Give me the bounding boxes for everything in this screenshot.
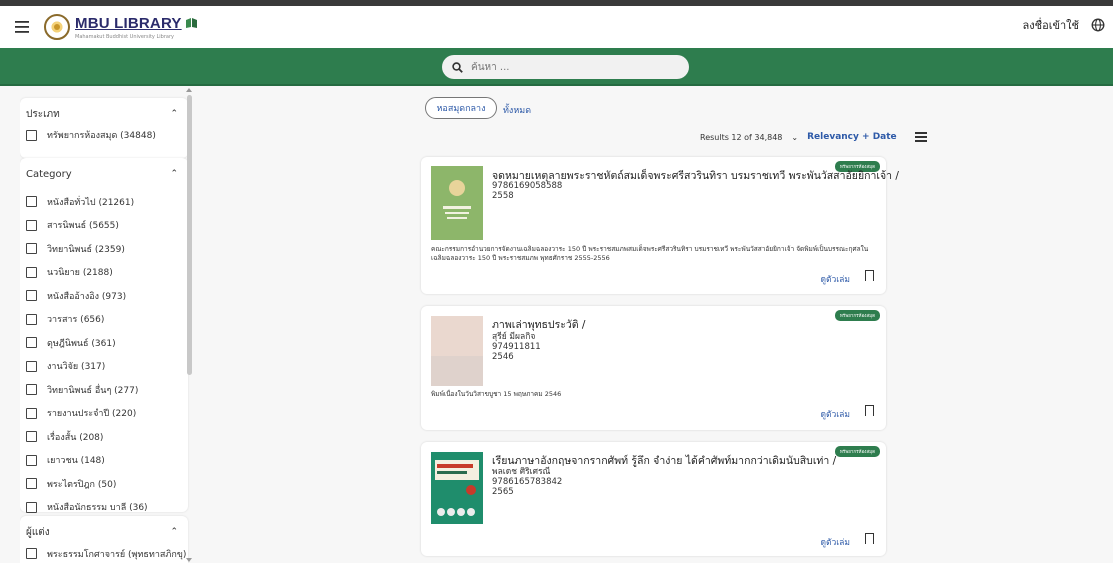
globe-icon[interactable] <box>1091 18 1105 32</box>
search-icon <box>452 61 463 73</box>
checkbox[interactable] <box>26 243 37 255</box>
checkbox[interactable] <box>26 431 37 443</box>
library-logo[interactable]: MBU LIBRARY Mahamakut Buddhist Universit… <box>44 14 199 40</box>
view-item-link[interactable]: ดูตัวเล่ม <box>820 272 850 286</box>
record-note: คณะกรรมการอำนวยการจัดงานเฉลิมฉลองวาระ 15… <box>431 245 869 262</box>
search-box[interactable] <box>442 55 689 79</box>
checkbox[interactable] <box>26 313 37 325</box>
checkbox[interactable] <box>26 548 37 560</box>
facet-option[interactable]: สารนิพนธ์ (5655) <box>20 214 188 238</box>
facet-option[interactable]: พระธรรมโกศาจารย์ (พุทธทาสภิกขุ) ( <box>20 542 188 563</box>
facet-option[interactable]: รายงานประจำปี (220) <box>20 402 188 426</box>
book-icon <box>185 18 197 28</box>
record-card[interactable]: ทรัพยากรห้องสมุด จดหมายเหตุลายพระราชหัตถ… <box>421 157 899 294</box>
facet-option[interactable]: หนังสือทั่วไป (21261) <box>20 190 188 214</box>
checkbox[interactable] <box>26 384 37 396</box>
record-isbn: 9786169058588 <box>492 181 563 191</box>
facet-option[interactable]: นวนิยาย (2188) <box>20 261 188 285</box>
chevron-down-icon[interactable]: ⌄ <box>791 133 798 142</box>
checkbox[interactable] <box>26 360 37 372</box>
facet-panel-author: ผู้แต่ง ⌃ พระธรรมโกศาจารย์ (พุทธทาสภิกขุ… <box>20 516 188 563</box>
logo-subtitle: Mahamakut Buddhist University Library <box>75 33 174 40</box>
resource-type-badge: ทรัพยากรห้องสมุด <box>834 446 880 457</box>
checkbox[interactable] <box>26 407 37 419</box>
book-cover-image[interactable] <box>431 452 483 524</box>
record-year: 2565 <box>492 487 514 497</box>
book-cover-image[interactable] <box>431 316 483 386</box>
results-toolbar: Results 12 of 34,848 ⌄ Relevancy + Date <box>700 132 927 142</box>
facet-option[interactable]: เรื่องสั้น (208) <box>20 425 188 449</box>
facet-panel-type: ประเภท ⌃ ทรัพยากรห้องสมุด (34848) <box>20 98 188 158</box>
facet-option[interactable]: วิทยานิพนธ์ อื่นๆ (277) <box>20 378 188 402</box>
checkbox[interactable] <box>26 337 37 349</box>
facet-header[interactable]: Category ⌃ <box>20 158 188 190</box>
search-bar-area <box>0 48 1113 86</box>
chevron-up-icon[interactable]: ⌃ <box>170 109 178 119</box>
bookmark-icon[interactable] <box>864 405 874 419</box>
sidebar-scrollbar[interactable] <box>184 87 194 563</box>
checkbox[interactable] <box>26 219 37 231</box>
login-link[interactable]: ลงชื่อเข้าใช้ <box>1023 16 1079 34</box>
search-input[interactable] <box>471 61 671 73</box>
checkbox[interactable] <box>26 266 37 278</box>
sort-select[interactable]: Relevancy + Date <box>807 132 897 142</box>
filter-sidebar: ประเภท ⌃ ทรัพยากรห้องสมุด (34848) Catego… <box>20 92 190 563</box>
checkbox[interactable] <box>26 129 37 141</box>
record-isbn: 9786165783842 <box>492 477 563 487</box>
bookmark-icon[interactable] <box>864 270 874 284</box>
record-card[interactable]: ทรัพยากรห้องสมุด เรียนภาษาอังกฤษจากรากศั… <box>421 442 886 556</box>
record-note: พิมพ์เนื่องในวันวิสาขบูชา 15 พฤษภาคม 254… <box>431 390 562 398</box>
resource-type-badge: ทรัพยากรห้องสมุด <box>834 310 880 321</box>
checkbox[interactable] <box>26 290 37 302</box>
logo-title: MBU LIBRARY <box>75 15 199 32</box>
checkbox[interactable] <box>26 196 37 208</box>
checkbox[interactable] <box>26 478 37 490</box>
facet-option[interactable]: พระไตรปิฎก (50) <box>20 472 188 496</box>
scroll-down-arrow-icon[interactable] <box>186 558 192 562</box>
view-item-link[interactable]: ดูตัวเล่ม <box>820 407 850 421</box>
record-author: พลเดช ศิริเศรณี <box>492 467 551 477</box>
facet-option[interactable]: วารสาร (656) <box>20 308 188 332</box>
chevron-up-icon[interactable]: ⌃ <box>170 169 178 179</box>
facet-option[interactable]: ดุษฎีนิพนธ์ (361) <box>20 331 188 355</box>
bookmark-icon[interactable] <box>864 533 874 547</box>
facet-option[interactable]: งานวิจัย (317) <box>20 355 188 379</box>
library-filter-pill[interactable]: หอสมุดกลาง <box>425 97 497 119</box>
university-seal-icon <box>44 14 70 40</box>
facet-panel-category: Category ⌃ หนังสือทั่วไป (21261) สารนิพน… <box>20 158 188 513</box>
hamburger-menu-icon <box>15 21 29 33</box>
view-item-link[interactable]: ดูตัวเล่ม <box>820 535 850 549</box>
record-year: 2546 <box>492 352 514 362</box>
results-count: Results 12 of 34,848 <box>700 132 783 142</box>
menu-button[interactable] <box>0 6 44 48</box>
record-author: สุรีย์ มีผลกิจ <box>492 332 536 342</box>
list-view-icon[interactable] <box>914 132 927 142</box>
checkbox[interactable] <box>26 501 37 513</box>
top-app-bar: MBU LIBRARY Mahamakut Buddhist Universit… <box>0 0 1113 48</box>
all-libraries-link[interactable]: ทั้งหมด <box>503 103 531 117</box>
facet-option[interactable]: เยาวชน (148) <box>20 449 188 473</box>
checkbox[interactable] <box>26 454 37 466</box>
chevron-up-icon[interactable]: ⌃ <box>170 527 178 537</box>
record-card[interactable]: ทรัพยากรห้องสมุด ภาพเล่าพุทธประวัติ / สุ… <box>421 306 886 430</box>
facet-option[interactable]: หนังสืออ้างอิง (973) <box>20 284 188 308</box>
record-year: 2558 <box>492 191 514 201</box>
facet-option[interactable]: ทรัพยากรห้องสมุด (34848) <box>20 126 188 144</box>
facet-option[interactable]: วิทยานิพนธ์ (2359) <box>20 237 188 261</box>
scroll-up-arrow-icon[interactable] <box>186 88 192 92</box>
book-cover-image[interactable] <box>431 166 483 240</box>
record-isbn: 974911811 <box>492 342 541 352</box>
scrollbar-thumb[interactable] <box>187 95 192 375</box>
record-title[interactable]: ภาพเล่าพุทธประวัติ / <box>492 316 585 333</box>
